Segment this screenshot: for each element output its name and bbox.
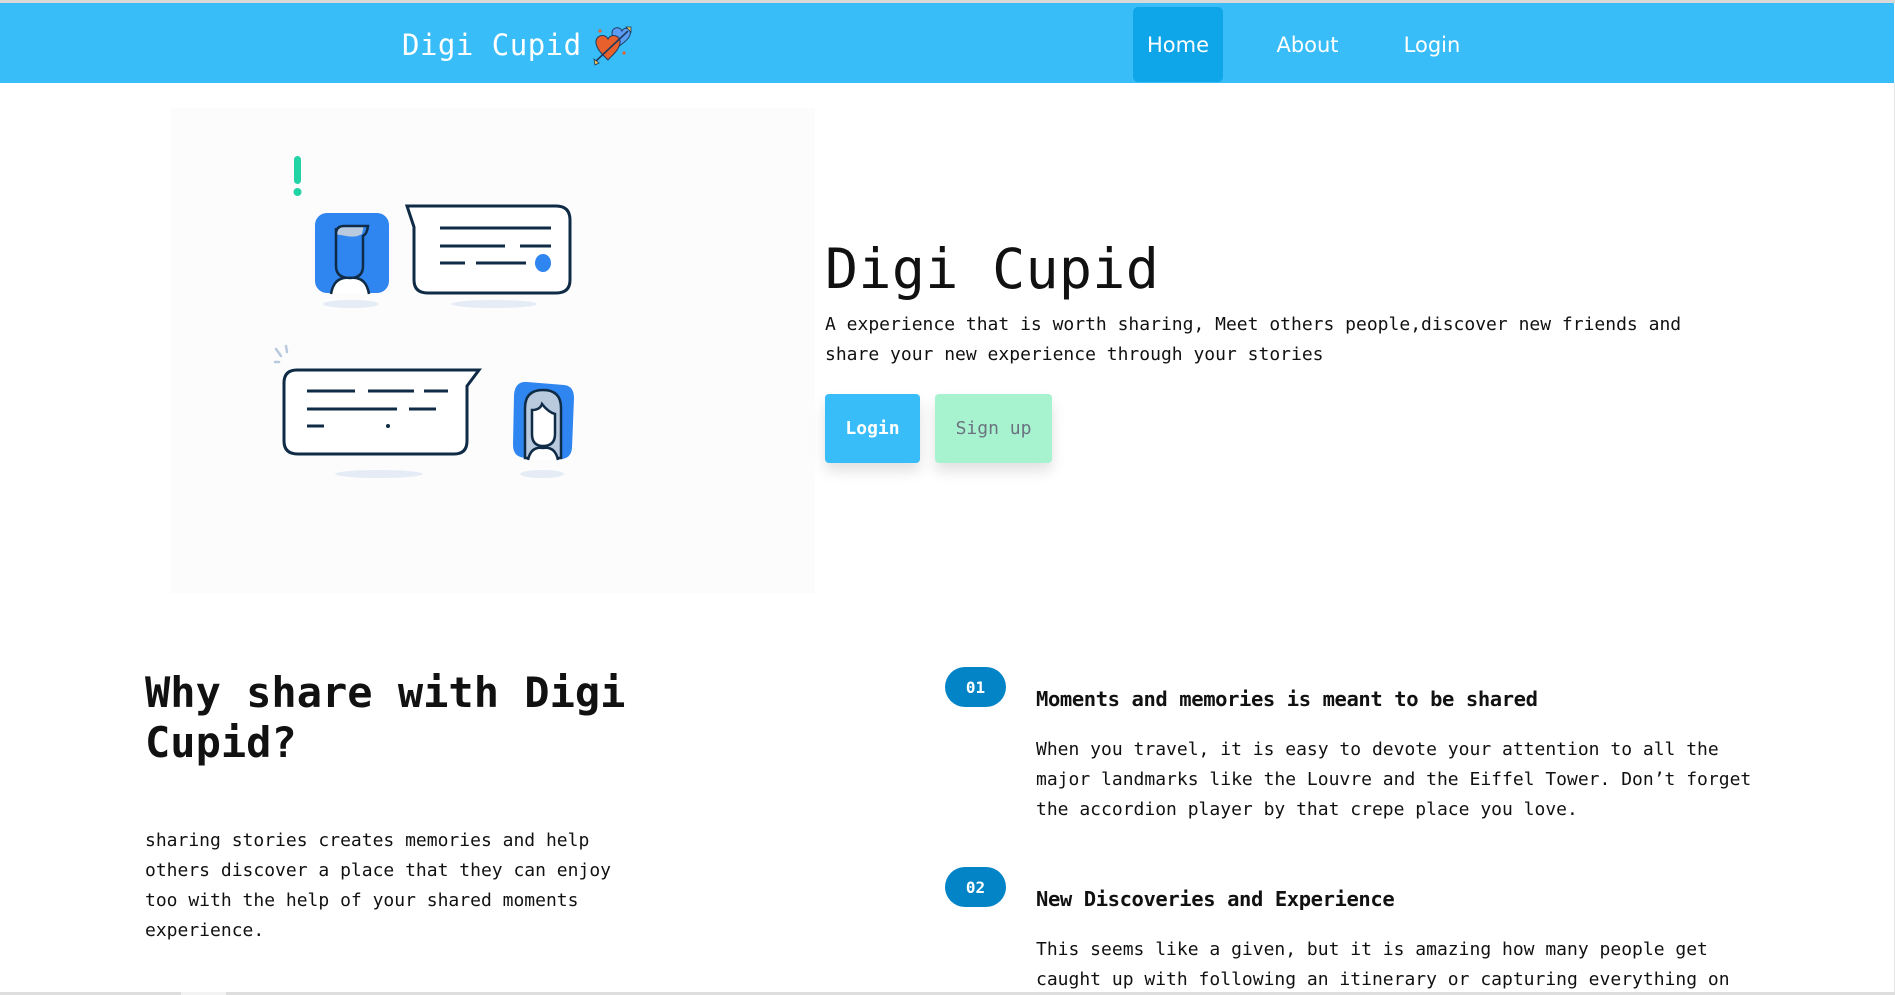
- hearts-arrow-icon: [593, 26, 632, 66]
- feature-title: New Discoveries and Experience: [1036, 887, 1395, 911]
- signup-button[interactable]: Sign up: [935, 394, 1052, 463]
- navbar: Digi Cupid Home About Login: [0, 3, 1894, 83]
- shadow: [451, 300, 537, 308]
- login-button[interactable]: Login: [825, 394, 920, 463]
- brand-name: Digi Cupid: [402, 28, 582, 62]
- female-avatar-icon: [513, 381, 574, 461]
- nav-login[interactable]: Login: [1387, 7, 1477, 82]
- shadow: [520, 470, 564, 478]
- hero-title: Digi Cupid: [825, 237, 1160, 301]
- why-heading: Why share with Digi Cupid?: [145, 668, 626, 767]
- hero-section: Digi Cupid A experience that is worth sh…: [825, 228, 1745, 370]
- sparkle-icon: [273, 344, 289, 364]
- hero-buttons: Login Sign up: [825, 394, 1052, 463]
- male-avatar-icon: [315, 213, 389, 295]
- illustration-svg: [273, 156, 574, 478]
- chat-bubbles-illustration: [170, 108, 815, 593]
- main-nav: Home About Login: [1133, 7, 1477, 82]
- shadow: [335, 470, 423, 478]
- feature-text: This seems like a given, but it is amazi…: [1036, 939, 1730, 990]
- brand-logo[interactable]: Digi Cupid: [402, 23, 634, 67]
- feature-text: When you travel, it is easy to devote yo…: [1036, 739, 1752, 820]
- hero-subtitle: A experience that is worth sharing, Meet…: [825, 314, 1682, 365]
- shadow: [323, 300, 379, 308]
- nav-about[interactable]: About: [1245, 7, 1370, 82]
- exclamation-icon: [294, 156, 301, 184]
- speech-bubble-bottom: [282, 368, 482, 456]
- nav-home[interactable]: Home: [1133, 7, 1223, 82]
- feature-title: Moments and memories is meant to be shar…: [1036, 687, 1538, 711]
- feature-number-badge: 02: [945, 867, 1006, 907]
- speech-bubble-top: [404, 204, 572, 295]
- feature-number-badge: 01: [945, 667, 1006, 707]
- exclamation-dot: [293, 188, 302, 196]
- why-description: sharing stories creates memories and hel…: [145, 830, 611, 941]
